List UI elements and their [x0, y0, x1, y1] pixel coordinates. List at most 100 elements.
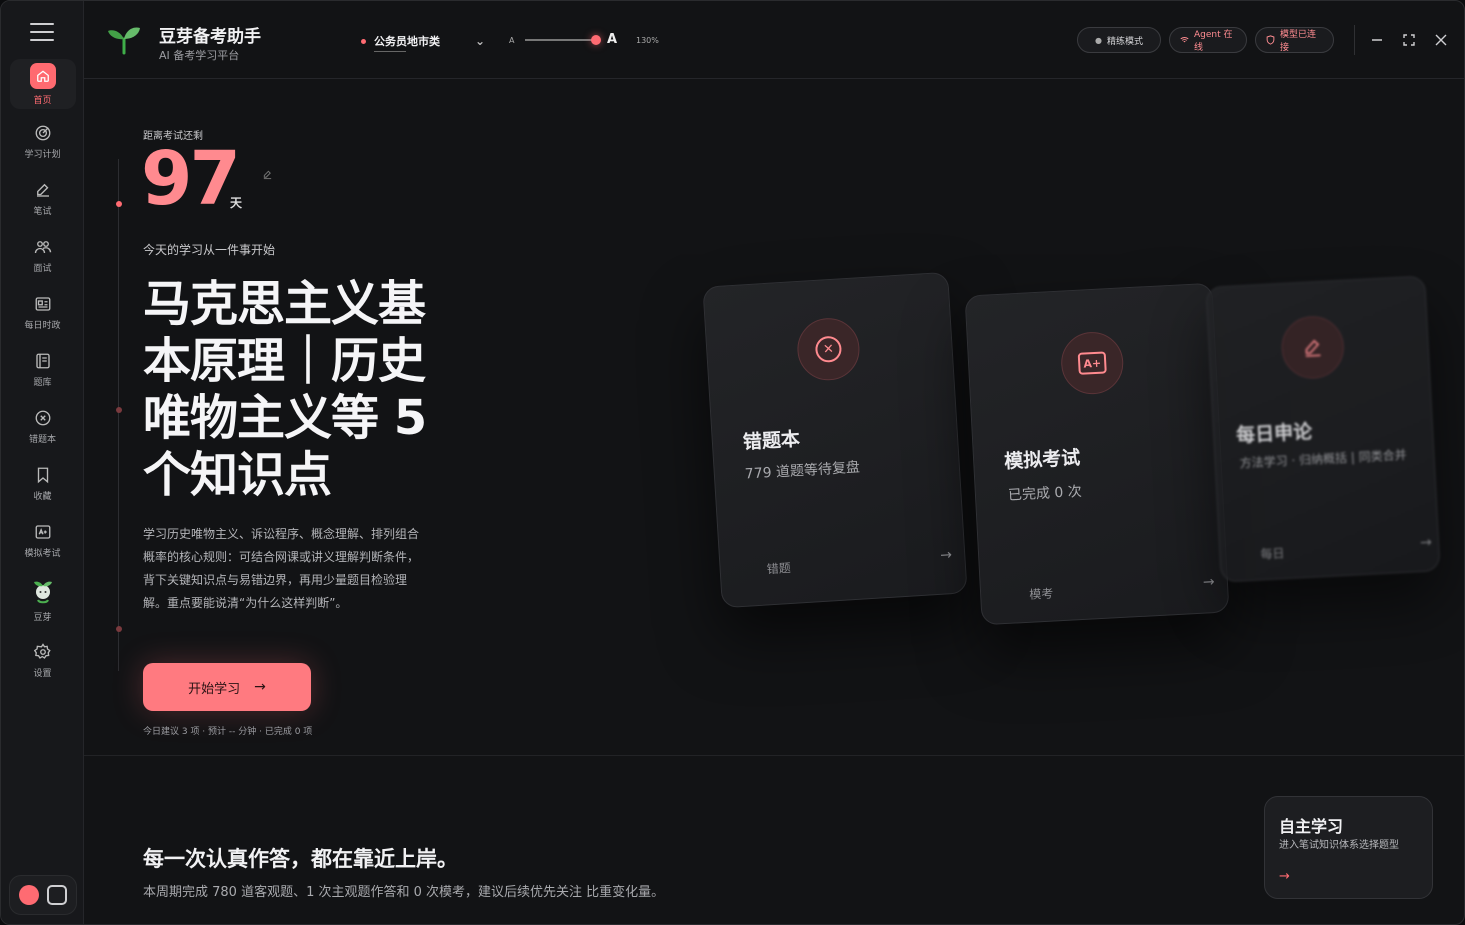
exam-icon: A+	[1077, 351, 1107, 375]
daily-essay-card[interactable]: 每日申论 方法学习 · 归纳概括 | 同类合并 每日 →	[1205, 275, 1441, 583]
sidebar-item-label: 收藏	[33, 491, 52, 502]
sidebar-item-written[interactable]: 笔试	[10, 173, 76, 223]
arrow-right-icon: →	[1202, 574, 1216, 591]
layout-toggle[interactable]	[47, 885, 67, 905]
people-icon	[33, 237, 53, 257]
sidebar-item-favorites[interactable]: 收藏	[10, 458, 76, 508]
app-title: 豆芽备考助手	[159, 27, 261, 47]
gear-icon	[33, 642, 53, 662]
practice-mode-button[interactable]: ● 精练模式	[1077, 27, 1161, 53]
slider-fill	[525, 39, 596, 41]
close-icon[interactable]	[1431, 30, 1451, 50]
card-title: 每日申论	[1235, 420, 1313, 447]
sidebar-item-mock-exam[interactable]: 模拟考试	[10, 515, 76, 565]
chevron-down-icon: ⌄	[474, 34, 485, 48]
bookmark-icon	[33, 465, 53, 485]
sidebar-nav: 首页 学习计划 笔试 面试 每日时政 题库 错题本 收藏 模拟考试 豆芽 设置	[1, 59, 84, 692]
shield-icon	[1266, 35, 1275, 45]
practice-mode-label: 精练模式	[1106, 36, 1143, 47]
sidebar-item-interview[interactable]: 面试	[10, 230, 76, 280]
countdown-days: 97	[141, 136, 241, 222]
exam-icon	[33, 522, 53, 542]
timeline-dot	[116, 201, 122, 207]
pen-icon	[33, 180, 53, 200]
card-title: 错题本	[742, 428, 801, 454]
card-tag: 模考	[1028, 586, 1054, 602]
sidebar-item-news[interactable]: 每日时政	[10, 287, 76, 337]
agent-status-button[interactable]: Agent 在线	[1169, 27, 1247, 53]
exam-category-select[interactable]: 公务员地市类 ⌄	[361, 31, 485, 51]
sidebar-item-label: 错题本	[28, 434, 56, 445]
card-title: 模拟考试	[1003, 446, 1081, 473]
font-size-large-label: A	[607, 32, 618, 47]
agent-status-label: Agent 在线	[1194, 30, 1233, 53]
app-subtitle: AI 备考学习平台	[159, 49, 240, 62]
maximize-icon[interactable]	[1399, 30, 1419, 50]
sidebar-item-plan[interactable]: 学习计划	[10, 116, 76, 166]
task-headline: 马克思主义基本原理｜历史唯物主义等 5 个知识点	[143, 276, 427, 503]
mock-exam-card[interactable]: A+ 模拟考试 已完成 0 次 模考 →	[964, 282, 1230, 626]
model-status-label: 模型已连接	[1280, 30, 1317, 53]
font-size-slider[interactable]	[525, 35, 601, 45]
sidebar-item-sprout[interactable]: 豆芽	[10, 572, 76, 628]
mistakes-card[interactable]: ✕ 错题本 779 道题等待复盘 错题 →	[702, 271, 968, 609]
start-study-label: 开始学习	[188, 681, 241, 697]
arrow-right-icon: →	[1279, 869, 1290, 884]
card-subtitle: 779 道题等待复盘	[744, 459, 861, 483]
countdown-unit: 天	[230, 196, 243, 210]
minimize-icon[interactable]	[1367, 30, 1387, 50]
sidebar-item-home[interactable]: 首页	[9, 59, 76, 109]
book-icon	[33, 351, 53, 371]
sidebar-item-mistakes[interactable]: 错题本	[10, 401, 76, 451]
theme-switcher	[9, 875, 77, 915]
section-divider	[84, 755, 1464, 756]
edit-date-icon[interactable]	[262, 169, 273, 180]
motto-heading: 每一次认真作答，都在靠近上岸。	[143, 847, 458, 871]
hamburger-menu-icon[interactable]	[30, 23, 54, 43]
card-icon-ring: ✕	[795, 316, 862, 383]
weekly-summary: 本周期完成 780 道客观题、1 次主观题作答和 0 次模考，建议后续优先关注 …	[143, 885, 665, 900]
sidebar-item-settings[interactable]: 设置	[10, 635, 76, 685]
self-study-subtitle: 进入笔试知识体系选择题型	[1279, 840, 1399, 851]
task-description: 学习历史唯物主义、诉讼程序、概念理解、排列组合概率的核心规则：可结合网课或讲义理…	[143, 527, 420, 610]
start-study-button[interactable]: 开始学习 →	[143, 663, 311, 711]
sidebar-item-label: 面试	[33, 263, 52, 274]
self-study-title: 自主学习	[1279, 817, 1344, 836]
sidebar-item-label: 笔试	[33, 206, 52, 217]
model-status-button[interactable]: 模型已连接	[1255, 27, 1334, 53]
target-icon	[33, 123, 53, 143]
app-logo	[106, 21, 142, 57]
sidebar: 首页 学习计划 笔试 面试 每日时政 题库 错题本 收藏 模拟考试 豆芽 设置	[1, 1, 84, 924]
accent-theme-toggle[interactable]	[19, 885, 39, 905]
select-underline	[374, 51, 406, 52]
exam-category-value: 公务员地市类	[374, 35, 440, 48]
sidebar-item-question-bank[interactable]: 题库	[10, 344, 76, 394]
arrow-right-icon: →	[254, 679, 266, 695]
self-study-card[interactable]: 自主学习 进入笔试知识体系选择题型 →	[1264, 796, 1433, 899]
slider-handle[interactable]	[591, 35, 601, 45]
sidebar-item-label: 豆芽	[33, 612, 52, 623]
today-intro: 今天的学习从一件事开始	[143, 243, 276, 257]
pen-icon	[1299, 334, 1326, 361]
progress-timeline	[118, 159, 119, 671]
top-bar: 豆芽备考助手 AI 备考学习平台 公务员地市类 ⌄ A A 130% ● 精练模…	[84, 1, 1464, 79]
app-window: 首页 学习计划 笔试 面试 每日时政 题库 错题本 收藏 模拟考试 豆芽 设置 …	[0, 0, 1465, 925]
sidebar-item-label: 每日时政	[24, 320, 61, 331]
sidebar-item-label: 模拟考试	[24, 548, 61, 559]
x-circle-icon: ✕	[814, 335, 843, 364]
card-icon-ring: A+	[1059, 330, 1125, 396]
zoom-level: 130%	[636, 36, 659, 45]
card-icon-ring	[1280, 314, 1346, 381]
card-subtitle: 已完成 0 次	[1007, 483, 1083, 504]
arrow-right-icon: →	[939, 547, 953, 564]
sprout-icon	[30, 578, 56, 606]
sidebar-item-label: 学习计划	[24, 149, 61, 160]
sidebar-item-label: 首页	[33, 95, 52, 106]
card-tag: 错题	[766, 560, 792, 577]
font-size-small-label: A	[509, 36, 515, 45]
today-summary: 今日建议 3 项 · 预计 -- 分钟 · 已完成 0 项	[143, 727, 313, 737]
x-circle-icon	[33, 408, 53, 428]
arrow-right-icon: →	[1419, 534, 1433, 552]
home-icon	[29, 62, 56, 89]
status-dot	[361, 38, 366, 44]
